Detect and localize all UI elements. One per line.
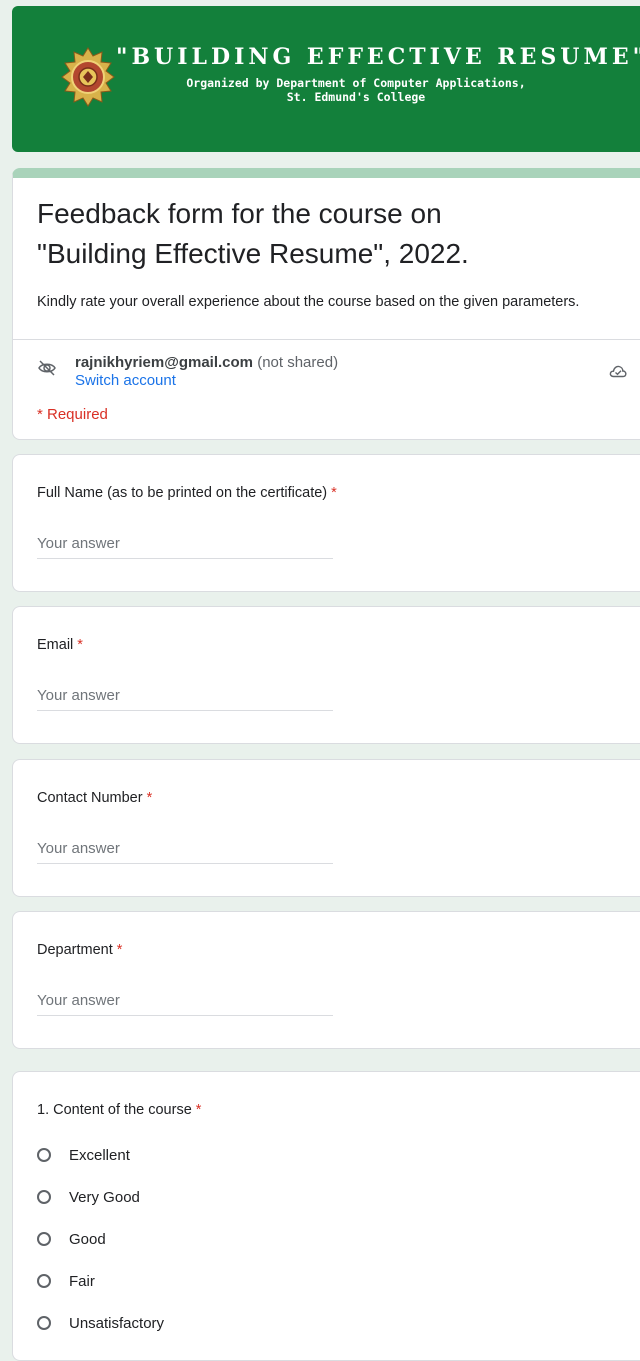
department-input[interactable]	[37, 990, 333, 1016]
required-asterisk: *	[116, 942, 123, 958]
radio-option-label: Fair	[69, 1272, 95, 1290]
radio-button[interactable]	[37, 1274, 51, 1288]
question-card-content-rating: 1. Content of the course * Excellent Ver…	[12, 1071, 640, 1361]
header-divider	[13, 339, 640, 340]
required-asterisk: *	[331, 485, 337, 501]
radio-button[interactable]	[37, 1148, 51, 1162]
radio-option-excellent[interactable]: Excellent	[37, 1144, 130, 1166]
question-label-text: 1. Content of the course	[37, 1102, 192, 1118]
form-banner: "BUILDING EFFECTIVE RESUME" Organized by…	[12, 6, 640, 152]
banner-subtitle: Organized by Department of Computer Appl…	[116, 76, 596, 104]
question-label: Email *	[37, 637, 83, 653]
radio-button[interactable]	[37, 1316, 51, 1330]
question-label-text: Email	[37, 637, 74, 653]
radio-button[interactable]	[37, 1232, 51, 1246]
question-label: Contact Number *	[37, 790, 152, 806]
college-seal-icon	[61, 47, 115, 107]
question-label-text: Department	[37, 942, 113, 958]
radio-option-unsatisfactory[interactable]: Unsatisfactory	[37, 1312, 164, 1334]
required-asterisk: *	[146, 790, 153, 806]
radio-option-label: Very Good	[69, 1188, 140, 1206]
radio-button[interactable]	[37, 1190, 51, 1204]
question-card-department: Department *	[12, 911, 640, 1049]
required-asterisk: *	[77, 637, 83, 653]
question-card-full-name: Full Name (as to be printed on the certi…	[12, 454, 640, 592]
form-page: "BUILDING EFFECTIVE RESUME" Organized by…	[12, 6, 640, 1361]
form-description: Kindly rate your overall experience abou…	[37, 294, 580, 310]
question-label: Full Name (as to be printed on the certi…	[37, 485, 337, 501]
contact-number-input[interactable]	[37, 838, 333, 864]
question-card-contact-number: Contact Number *	[12, 759, 640, 897]
account-not-shared-note: (not shared)	[257, 354, 339, 371]
required-note: * Required	[37, 406, 108, 423]
question-label-text: Contact Number	[37, 790, 143, 806]
full-name-input[interactable]	[37, 533, 333, 559]
banner-subtitle-line1: Organized by Department of Computer Appl…	[186, 76, 526, 90]
radio-option-label: Excellent	[69, 1146, 130, 1164]
account-email-address: rajnikhyriem@gmail.com	[75, 354, 254, 371]
cloud-done-icon	[609, 365, 627, 378]
question-label: 1. Content of the course *	[37, 1102, 201, 1118]
radio-option-good[interactable]: Good	[37, 1228, 106, 1250]
required-asterisk: *	[195, 1102, 202, 1118]
question-card-email: Email *	[12, 606, 640, 744]
radio-option-label: Unsatisfactory	[69, 1314, 165, 1332]
email-input[interactable]	[37, 685, 333, 711]
question-label-text: Full Name (as to be printed on the certi…	[37, 485, 328, 501]
form-title: Feedback form for the course on "Buildin…	[37, 198, 469, 269]
question-label: Department *	[37, 942, 122, 958]
banner-subtitle-line2: St. Edmund's College	[286, 90, 426, 104]
eye-off-icon	[38, 360, 56, 376]
radio-option-fair[interactable]: Fair	[37, 1270, 95, 1292]
radio-option-very-good[interactable]: Very Good	[37, 1186, 140, 1208]
account-email: rajnikhyriem@gmail.com (not shared)	[75, 354, 338, 372]
switch-account-link[interactable]: Switch account	[75, 372, 176, 390]
banner-title: "BUILDING EFFECTIVE RESUME"	[116, 44, 640, 70]
form-header-card: Feedback form for the course on "Buildin…	[12, 168, 640, 440]
radio-option-label: Good	[69, 1230, 106, 1248]
